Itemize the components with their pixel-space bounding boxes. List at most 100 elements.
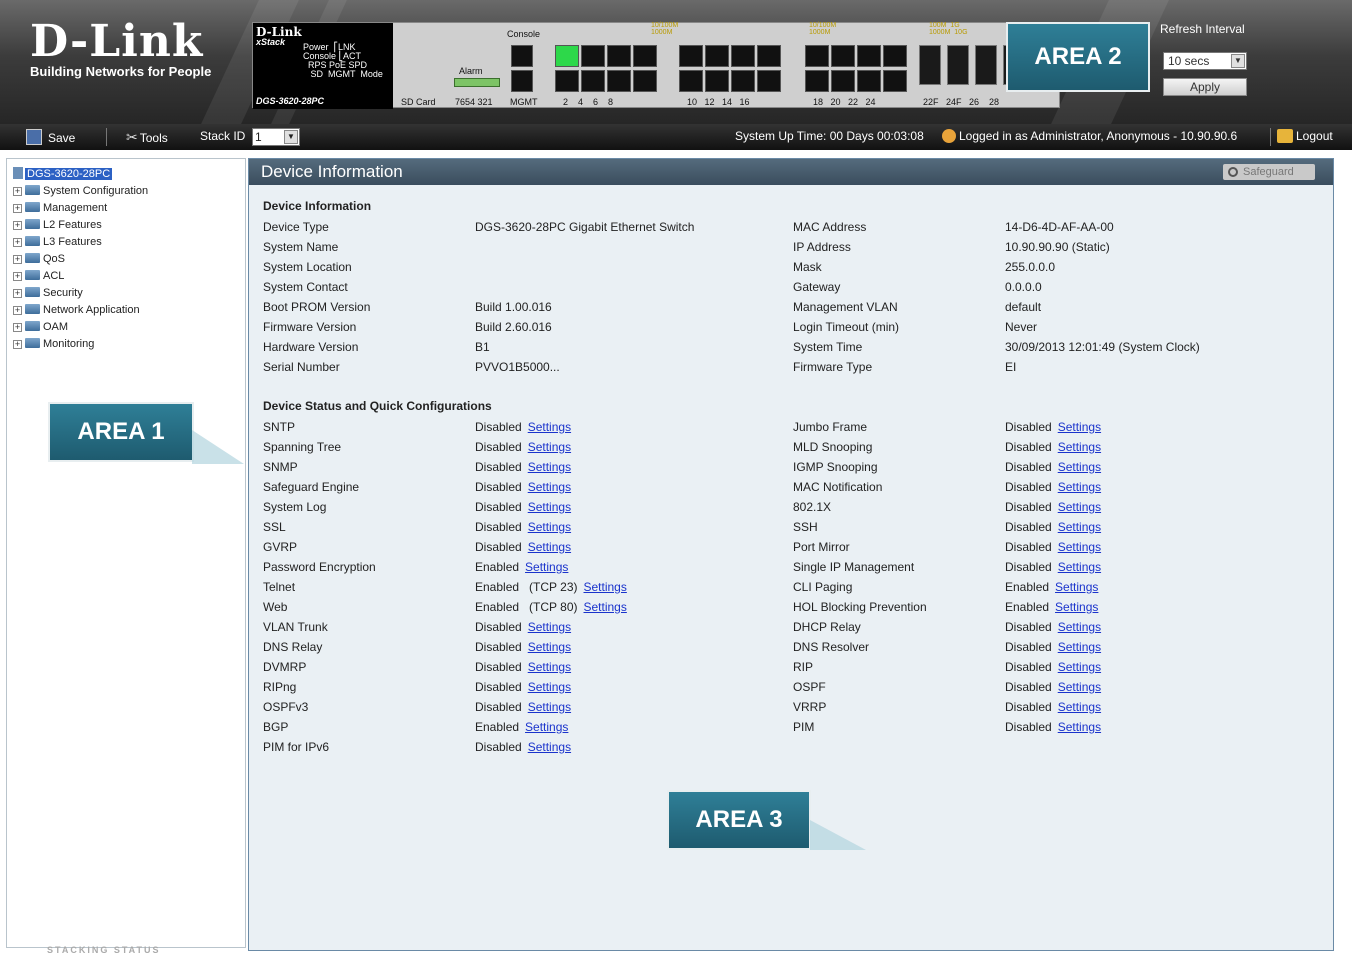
settings-link[interactable]: Settings: [528, 680, 571, 694]
status-state: Disabled: [1005, 440, 1052, 454]
tools-button[interactable]: ✂ Tools: [126, 129, 168, 146]
settings-link[interactable]: Settings: [584, 580, 627, 594]
port-13[interactable]: [731, 45, 755, 67]
settings-link[interactable]: Settings: [1058, 460, 1101, 474]
tree-root[interactable]: DGS-3620-28PC: [13, 167, 113, 180]
port-4[interactable]: [581, 70, 605, 92]
expand-icon[interactable]: +: [13, 221, 22, 230]
tree-item-l3-features[interactable]: + L3 Features: [13, 236, 148, 253]
port-19[interactable]: [831, 45, 855, 67]
expand-icon[interactable]: +: [13, 238, 22, 247]
settings-link[interactable]: Settings: [525, 560, 568, 574]
port-20[interactable]: [831, 70, 855, 92]
settings-link[interactable]: Settings: [528, 440, 571, 454]
port-15[interactable]: [757, 45, 781, 67]
port-14[interactable]: [731, 70, 755, 92]
refresh-interval-select[interactable]: 10 secs ▼: [1163, 52, 1247, 70]
settings-link[interactable]: Settings: [528, 540, 571, 554]
tree-item-system-configuration[interactable]: + System Configuration: [13, 185, 148, 202]
settings-link[interactable]: Settings: [528, 640, 571, 654]
port-9[interactable]: [679, 45, 703, 67]
info-row: Firmware Version Build 2.60.016 Login Time…: [263, 319, 1323, 335]
tree-item-management[interactable]: + Management: [13, 202, 148, 219]
mgmt-port[interactable]: [511, 70, 533, 92]
port-2[interactable]: [555, 70, 579, 92]
settings-link[interactable]: Settings: [528, 500, 571, 514]
settings-link[interactable]: Settings: [528, 520, 571, 534]
expand-icon[interactable]: +: [13, 272, 22, 281]
expand-icon[interactable]: +: [13, 340, 22, 349]
settings-link[interactable]: Settings: [528, 660, 571, 674]
status-value: Disabled Settings: [475, 699, 571, 715]
expand-icon[interactable]: +: [13, 323, 22, 332]
expand-icon[interactable]: +: [13, 255, 22, 264]
port-5[interactable]: [607, 45, 631, 67]
settings-link[interactable]: Settings: [528, 740, 571, 754]
folder-icon: [25, 304, 40, 314]
stacking-status-tab[interactable]: STACKING STATUS: [47, 945, 161, 955]
settings-link[interactable]: Settings: [1058, 680, 1101, 694]
settings-link[interactable]: Settings: [584, 600, 627, 614]
expand-icon[interactable]: +: [13, 187, 22, 196]
settings-link[interactable]: Settings: [1058, 480, 1101, 494]
port-17[interactable]: [805, 45, 829, 67]
settings-link[interactable]: Settings: [528, 620, 571, 634]
status-row: Telnet Enabled (TCP 23) Settings CLI Paging…: [263, 579, 1323, 595]
settings-link[interactable]: Settings: [1055, 600, 1098, 614]
tree-item-monitoring[interactable]: + Monitoring: [13, 338, 148, 355]
port-22[interactable]: [857, 70, 881, 92]
stack-id-select[interactable]: 1 ▼: [252, 128, 300, 146]
settings-link[interactable]: Settings: [528, 480, 571, 494]
save-button[interactable]: Save: [26, 129, 75, 145]
safeguard-indicator[interactable]: Safeguard: [1223, 164, 1315, 180]
port-12[interactable]: [705, 70, 729, 92]
folder-icon: [25, 270, 40, 280]
settings-link[interactable]: Settings: [1058, 560, 1101, 574]
tree-item-l2-features[interactable]: + L2 Features: [13, 219, 148, 236]
port-11[interactable]: [705, 45, 729, 67]
settings-link[interactable]: Settings: [1058, 720, 1101, 734]
port-1[interactable]: [555, 45, 579, 67]
settings-link[interactable]: Settings: [1058, 540, 1101, 554]
tree-item-security[interactable]: + Security: [13, 287, 148, 304]
settings-link[interactable]: Settings: [528, 460, 571, 474]
tree-item-oam[interactable]: + OAM: [13, 321, 148, 338]
port-10[interactable]: [679, 70, 703, 92]
sfp-port-25[interactable]: [975, 45, 997, 85]
sfp-port-22f[interactable]: [947, 45, 969, 85]
settings-link[interactable]: Settings: [1058, 640, 1101, 654]
port-24[interactable]: [883, 70, 907, 92]
expand-icon[interactable]: +: [13, 204, 22, 213]
port-8[interactable]: [633, 70, 657, 92]
settings-link[interactable]: Settings: [1058, 420, 1101, 434]
settings-link[interactable]: Settings: [525, 720, 568, 734]
settings-link[interactable]: Settings: [1055, 580, 1098, 594]
port-23[interactable]: [883, 45, 907, 67]
port-18[interactable]: [805, 70, 829, 92]
port-7[interactable]: [633, 45, 657, 67]
tree-item-qos[interactable]: + QoS: [13, 253, 148, 270]
user-icon: [942, 129, 956, 143]
expand-icon[interactable]: +: [13, 289, 22, 298]
settings-link[interactable]: Settings: [1058, 620, 1101, 634]
port-6[interactable]: [607, 70, 631, 92]
console-port[interactable]: [511, 45, 533, 67]
settings-link[interactable]: Settings: [1058, 660, 1101, 674]
settings-link[interactable]: Settings: [1058, 500, 1101, 514]
tree-item-acl[interactable]: + ACL: [13, 270, 148, 287]
status-state: Disabled: [1005, 460, 1052, 474]
settings-link[interactable]: Settings: [1058, 440, 1101, 454]
status-state: Disabled: [475, 640, 522, 654]
apply-button[interactable]: Apply: [1163, 78, 1247, 96]
port-3[interactable]: [581, 45, 605, 67]
settings-link[interactable]: Settings: [528, 420, 571, 434]
settings-link[interactable]: Settings: [1058, 520, 1101, 534]
logout-button[interactable]: Logout: [1277, 129, 1333, 143]
expand-icon[interactable]: +: [13, 306, 22, 315]
tree-item-network-application[interactable]: + Network Application: [13, 304, 148, 321]
port-21[interactable]: [857, 45, 881, 67]
settings-link[interactable]: Settings: [528, 700, 571, 714]
port-16[interactable]: [757, 70, 781, 92]
sfp-port-21f[interactable]: [919, 45, 941, 85]
settings-link[interactable]: Settings: [1058, 700, 1101, 714]
